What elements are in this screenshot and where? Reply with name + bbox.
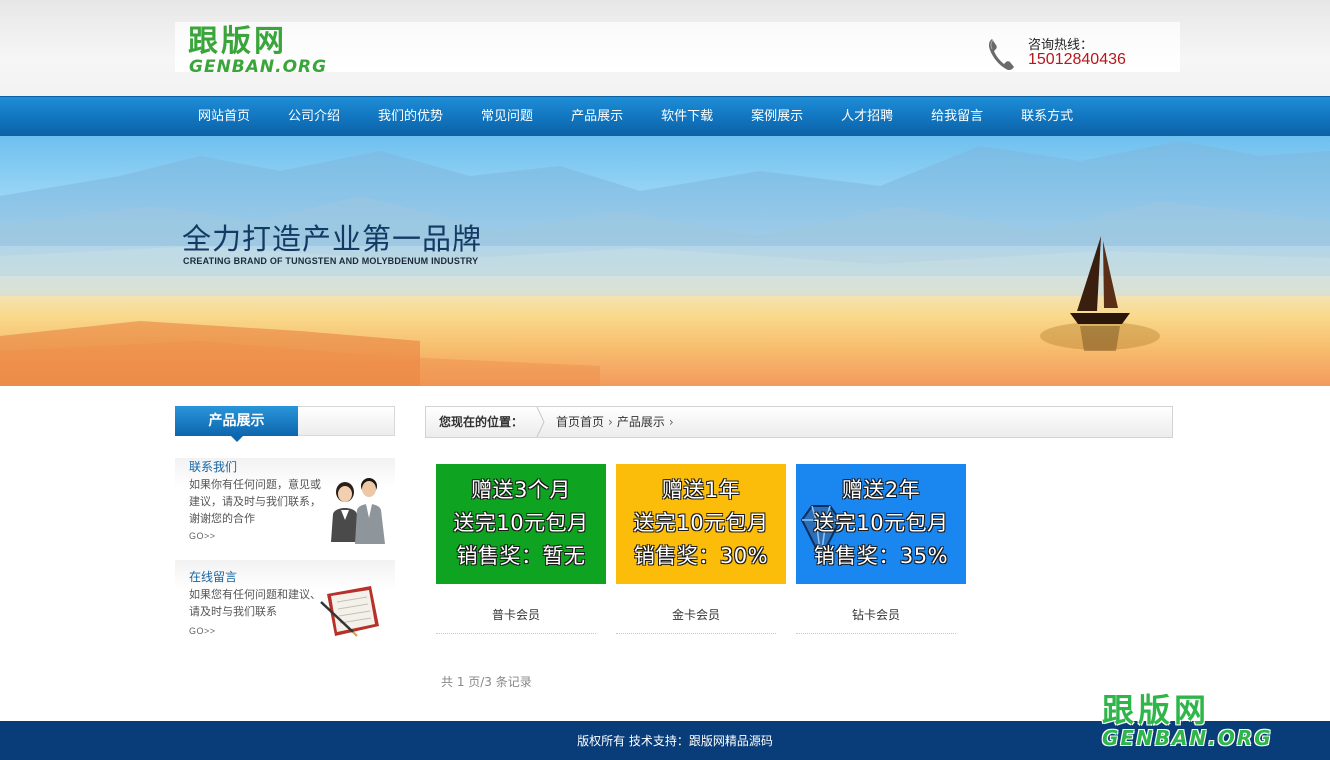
product-line-2: 送完10元包月 (633, 511, 769, 535)
message-go-link[interactable]: GO>> (189, 626, 216, 636)
nav-item-home[interactable]: 网站首页 (179, 97, 269, 137)
banner-title: 全力打造产业第一品牌 (182, 222, 483, 256)
product-line-2: 送完10元包月 (453, 511, 589, 535)
sidebar-heading-arrow (231, 436, 243, 442)
product-divider (436, 633, 596, 634)
notebook-pen-image (320, 586, 379, 637)
logo-chinese: 跟版网 (188, 24, 287, 59)
chevron-right-icon: › (668, 415, 674, 429)
watermark-logo: 跟版网 GENBAN.ORG (1102, 693, 1322, 753)
nav-item-message[interactable]: 给我留言 (912, 97, 1002, 137)
product-line-2: 送完10元包月 (813, 511, 949, 535)
sidebar-message-card[interactable]: 在线留言 如果您有任何问题和建议、请及时与我们联系 GO>> (175, 560, 395, 642)
sidebar-header: 产品展示 (175, 406, 395, 442)
breadcrumb-label: 您现在的位置： (439, 415, 524, 429)
chevron-right-icon: › (608, 415, 613, 429)
nav-item-cases[interactable]: 案例展示 (732, 97, 822, 137)
site-logo[interactable]: 跟版网 GENBAN.ORG (188, 26, 378, 78)
nav-item-downloads[interactable]: 软件下载 (642, 97, 732, 137)
contact-text: 如果你有任何问题，意见或建议，请及时与我们联系，谢谢您的合作 (189, 478, 321, 525)
nav-item-jobs[interactable]: 人才招聘 (822, 97, 912, 137)
product-line-3: 销售奖：35% (813, 544, 949, 568)
message-title[interactable]: 在线留言 (189, 568, 237, 585)
watermark-english: GENBAN.ORG (1102, 726, 1273, 750)
product-name[interactable]: 钻卡会员 (796, 606, 956, 623)
main-nav: 网站首页 公司介绍 我们的优势 常见问题 产品展示 软件下载 案例展示 人才招聘… (0, 96, 1330, 136)
hero-banner: 全力打造产业第一品牌 CREATING BRAND OF TUNGSTEN AN… (0, 136, 1330, 386)
nav-item-products[interactable]: 产品展示 (552, 97, 642, 137)
contact-title[interactable]: 联系我们 (189, 458, 237, 475)
pagination-info: 共 1 页/3 条记录 (441, 675, 532, 689)
watermark-chinese: 跟版网 (1102, 691, 1211, 729)
breadcrumb-item-home[interactable]: 首页首页 (556, 407, 604, 437)
hotline-number: 15012840436 (1028, 51, 1126, 68)
sidebar-heading: 产品展示 (175, 406, 298, 436)
nav-item-advantages[interactable]: 我们的优势 (359, 97, 462, 137)
hotline: 咨询热线： 15012840436 (986, 34, 1176, 74)
contact-go-link[interactable]: GO>> (189, 531, 216, 541)
product-name[interactable]: 金卡会员 (616, 606, 776, 623)
breadcrumb-item-products[interactable]: 产品展示 (617, 407, 665, 437)
product-line-1: 赠送3个月 (471, 478, 571, 502)
sidebar-contact-card[interactable]: 联系我们 如果你有任何问题，意见或建议，请及时与我们联系，谢谢您的合作 GO>> (175, 458, 395, 548)
product-divider (616, 633, 776, 634)
product-image[interactable]: 赠送1年 送完10元包月 销售奖：30% (616, 464, 786, 584)
phone-icon (988, 39, 1014, 71)
breadcrumb: 您现在的位置： 首页首页 › 产品展示 › (425, 406, 1173, 438)
product-image[interactable]: 赠送3个月 送完10元包月 销售奖：暂无 (436, 464, 606, 584)
product-divider (796, 633, 956, 634)
product-line-1: 赠送2年 (841, 478, 921, 502)
nav-item-about[interactable]: 公司介绍 (269, 97, 359, 137)
message-text: 如果您有任何问题和建议、请及时与我们联系 (189, 588, 321, 618)
business-people-image (331, 478, 385, 544)
logo-english: GENBAN.ORG (189, 57, 328, 77)
banner-subtitle: CREATING BRAND OF TUNGSTEN AND MOLYBDENU… (183, 256, 479, 266)
breadcrumb-separator (536, 407, 545, 437)
product-line-1: 赠送1年 (661, 478, 741, 502)
nav-item-contact[interactable]: 联系方式 (1002, 97, 1092, 137)
breadcrumb-path: 首页首页 › 产品展示 › (556, 407, 674, 437)
product-line-3: 销售奖：暂无 (456, 544, 586, 568)
product-line-3: 销售奖：30% (633, 544, 769, 568)
product-name[interactable]: 普卡会员 (436, 606, 596, 623)
nav-item-faq[interactable]: 常见问题 (462, 97, 552, 137)
product-image[interactable]: 赠送2年 送完10元包月 销售奖：35% (796, 464, 966, 584)
